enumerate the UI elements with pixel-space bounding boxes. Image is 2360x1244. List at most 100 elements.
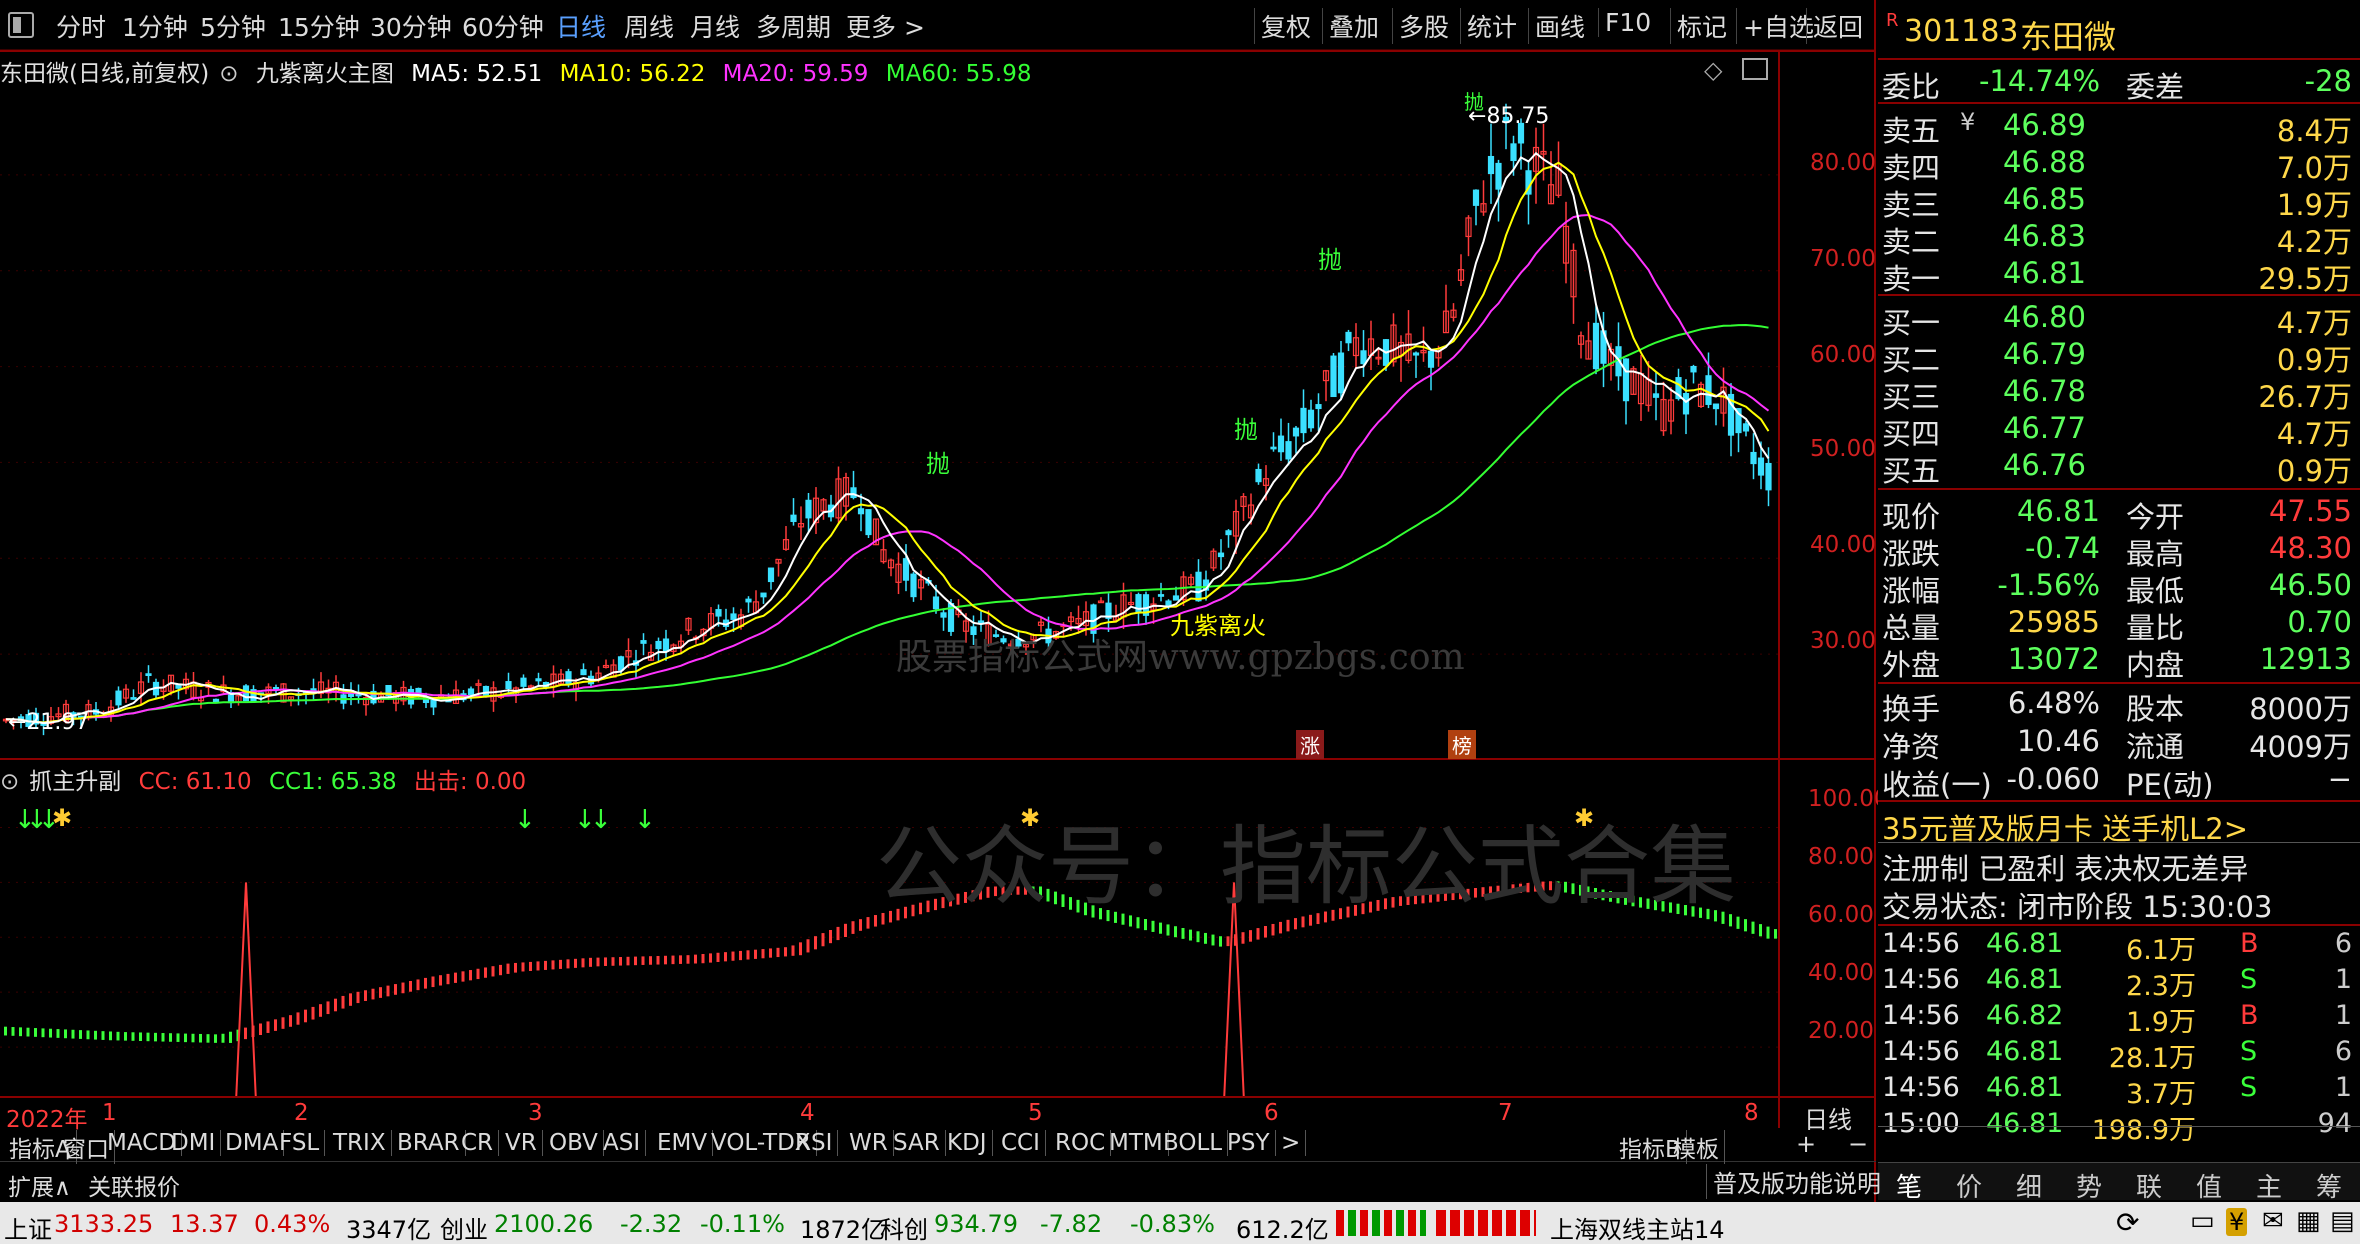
cy-index-label[interactable]: 创业 bbox=[440, 1210, 488, 1244]
tab-1min[interactable]: 1分钟 bbox=[122, 8, 188, 44]
bid-row[interactable]: 买五 46.76 0.9万 bbox=[1882, 448, 2356, 488]
ask-row[interactable]: 卖四 46.88 7.0万 bbox=[1882, 145, 2356, 185]
tab-monthly[interactable]: 月线 bbox=[690, 8, 740, 44]
indicator-tab[interactable]: CR bbox=[456, 1130, 500, 1156]
indicator-tab[interactable]: KDJ bbox=[942, 1130, 993, 1156]
tab-15min[interactable]: 15分钟 bbox=[278, 8, 360, 44]
zoom-in-button[interactable]: + bbox=[1796, 1130, 1816, 1158]
bid-label: 买一 bbox=[1882, 306, 1941, 340]
panel-tab[interactable]: 势 bbox=[2076, 1167, 2102, 1204]
panel-tab[interactable]: 细 bbox=[2016, 1167, 2042, 1204]
ask-row[interactable]: 卖五 ¥46.89 8.4万 bbox=[1882, 108, 2356, 148]
function-help-link[interactable]: 普及版功能说明 bbox=[1706, 1164, 1881, 1199]
candle-body bbox=[580, 669, 587, 676]
panel-tab[interactable]: 联 bbox=[2136, 1167, 2162, 1204]
indicator-tab[interactable]: BOLL bbox=[1158, 1130, 1229, 1156]
indicator-tab[interactable]: PSY bbox=[1222, 1130, 1276, 1156]
server-name[interactable]: 上海双线主站14 bbox=[1550, 1210, 1725, 1244]
kc-index-label[interactable]: 科创 bbox=[880, 1210, 928, 1244]
sub-bar bbox=[686, 955, 690, 964]
tab-multi-period[interactable]: 多周期 bbox=[756, 8, 831, 44]
panel-tab[interactable]: 笔 bbox=[1896, 1167, 1922, 1204]
indicator-tab[interactable]: VR bbox=[500, 1130, 543, 1156]
zoom-out-button[interactable]: − bbox=[1848, 1130, 1868, 1158]
indicator-tab[interactable]: CCI bbox=[996, 1130, 1046, 1156]
candle-body bbox=[565, 671, 572, 686]
tick-volume: 2.3万 bbox=[2126, 971, 2196, 1002]
bid-label: 买二 bbox=[1882, 343, 1941, 377]
fuquan-button[interactable]: 复权 bbox=[1254, 8, 1317, 44]
divider bbox=[1878, 800, 2360, 802]
panel-tab[interactable]: 主 bbox=[2256, 1167, 2282, 1204]
indicator-tab[interactable]: OBV bbox=[544, 1130, 604, 1156]
stats-button[interactable]: 统计 bbox=[1460, 8, 1523, 44]
ask-row[interactable]: 卖二 46.83 4.2万 bbox=[1882, 219, 2356, 259]
indicator-tab[interactable]: DMI bbox=[166, 1130, 222, 1156]
indicator-tab[interactable]: TRIX bbox=[328, 1130, 392, 1156]
tab-5min[interactable]: 5分钟 bbox=[200, 8, 266, 44]
indicator-tab[interactable]: ASI bbox=[598, 1130, 647, 1156]
formula-name[interactable]: 九紫离火主图 bbox=[256, 61, 394, 87]
mail-icon[interactable]: ✉ bbox=[2262, 1206, 2284, 1236]
coin-icon[interactable]: ¥ bbox=[2226, 1208, 2248, 1236]
indicator-tab[interactable]: RSI bbox=[790, 1130, 839, 1156]
bid-row[interactable]: 买四 46.77 4.7万 bbox=[1882, 411, 2356, 451]
bid-row[interactable]: 买一 46.80 4.7万 bbox=[1882, 300, 2356, 340]
sub-bar bbox=[866, 917, 870, 929]
refresh-icon[interactable]: ⟳ bbox=[2116, 1206, 2139, 1239]
back-button[interactable]: 返回 bbox=[1806, 8, 1869, 44]
tab-weekly[interactable]: 周线 bbox=[624, 8, 674, 44]
tab-60min[interactable]: 60分钟 bbox=[462, 8, 544, 44]
diamond-icon[interactable]: ◇ bbox=[1704, 56, 1722, 84]
tab-daily[interactable]: 日线 bbox=[556, 8, 606, 44]
tick-row: 14:56 46.81 6.1万 B 6 bbox=[1882, 928, 2356, 966]
panel-toggle-icon[interactable] bbox=[1742, 58, 1768, 80]
sub-bar bbox=[289, 1015, 292, 1027]
window-toggle-icon[interactable] bbox=[8, 12, 34, 38]
indicator-tab[interactable]: SAR bbox=[888, 1130, 946, 1156]
ask-row[interactable]: 卖三 46.85 1.9万 bbox=[1882, 182, 2356, 222]
indicator-tab[interactable]: > bbox=[1276, 1130, 1307, 1156]
bid-row[interactable]: 买三 46.78 26.7万 bbox=[1882, 374, 2356, 414]
related-quote-button[interactable]: 关联报价 bbox=[88, 1168, 180, 1202]
sub-formula-name[interactable]: 抓主升副 bbox=[29, 769, 121, 795]
draw-line-button[interactable]: 画线 bbox=[1528, 8, 1591, 44]
sub-bar bbox=[124, 1032, 127, 1041]
indicator-tab[interactable]: ROC bbox=[1050, 1130, 1112, 1156]
ranking-badge[interactable]: 榜 bbox=[1448, 730, 1476, 759]
indicator-tab[interactable]: FSL bbox=[274, 1130, 326, 1156]
candle-body bbox=[940, 612, 947, 618]
indicator-tab[interactable]: BRAR bbox=[392, 1130, 466, 1156]
overlay-button[interactable]: 叠加 bbox=[1322, 8, 1385, 44]
tick-price: 46.81 bbox=[1986, 964, 2064, 995]
tab-30min[interactable]: 30分钟 bbox=[370, 8, 452, 44]
tile-icon[interactable]: ▦ bbox=[2296, 1206, 2321, 1236]
ask-price: 46.81 bbox=[2002, 256, 2086, 290]
sub-formula-dropdown-icon[interactable]: ⊙ bbox=[0, 769, 19, 795]
sub-bar bbox=[461, 971, 465, 982]
window-icon[interactable]: ▭ bbox=[2190, 1206, 2215, 1236]
sub-bar bbox=[1264, 926, 1267, 938]
formula-dropdown-icon[interactable]: ⊙ bbox=[219, 61, 238, 87]
ask-row[interactable]: 卖一 46.81 29.5万 bbox=[1882, 256, 2356, 296]
sub-bar bbox=[1286, 919, 1290, 932]
sh-index-label[interactable]: 上证 bbox=[4, 1210, 52, 1244]
indicator-tab[interactable]: EMV bbox=[652, 1130, 714, 1156]
indicator-tab[interactable]: 模板 bbox=[1668, 1130, 1725, 1164]
chat-icon[interactable]: ▤ bbox=[2330, 1206, 2355, 1236]
tab-fenshi[interactable]: 分时 bbox=[56, 8, 106, 44]
indicator-tab[interactable]: WR bbox=[844, 1130, 894, 1156]
limit-up-badge[interactable]: 涨 bbox=[1296, 730, 1324, 759]
kline-chart[interactable] bbox=[0, 86, 1778, 758]
sub-bar bbox=[476, 968, 480, 980]
tab-more[interactable]: 更多 > bbox=[846, 8, 925, 44]
panel-tab[interactable]: 值 bbox=[2196, 1167, 2222, 1204]
f10-button[interactable]: F10 bbox=[1598, 8, 1657, 37]
expand-button[interactable]: 扩展∧ bbox=[8, 1168, 71, 1202]
panel-tab[interactable]: 筹 bbox=[2316, 1167, 2342, 1204]
multi-stock-button[interactable]: 多股 bbox=[1392, 8, 1455, 44]
panel-tab[interactable]: 价 bbox=[1956, 1167, 1982, 1204]
bid-row[interactable]: 买二 46.79 0.9万 bbox=[1882, 337, 2356, 377]
sub-bar bbox=[214, 1034, 217, 1043]
mark-button[interactable]: 标记 bbox=[1670, 8, 1733, 44]
